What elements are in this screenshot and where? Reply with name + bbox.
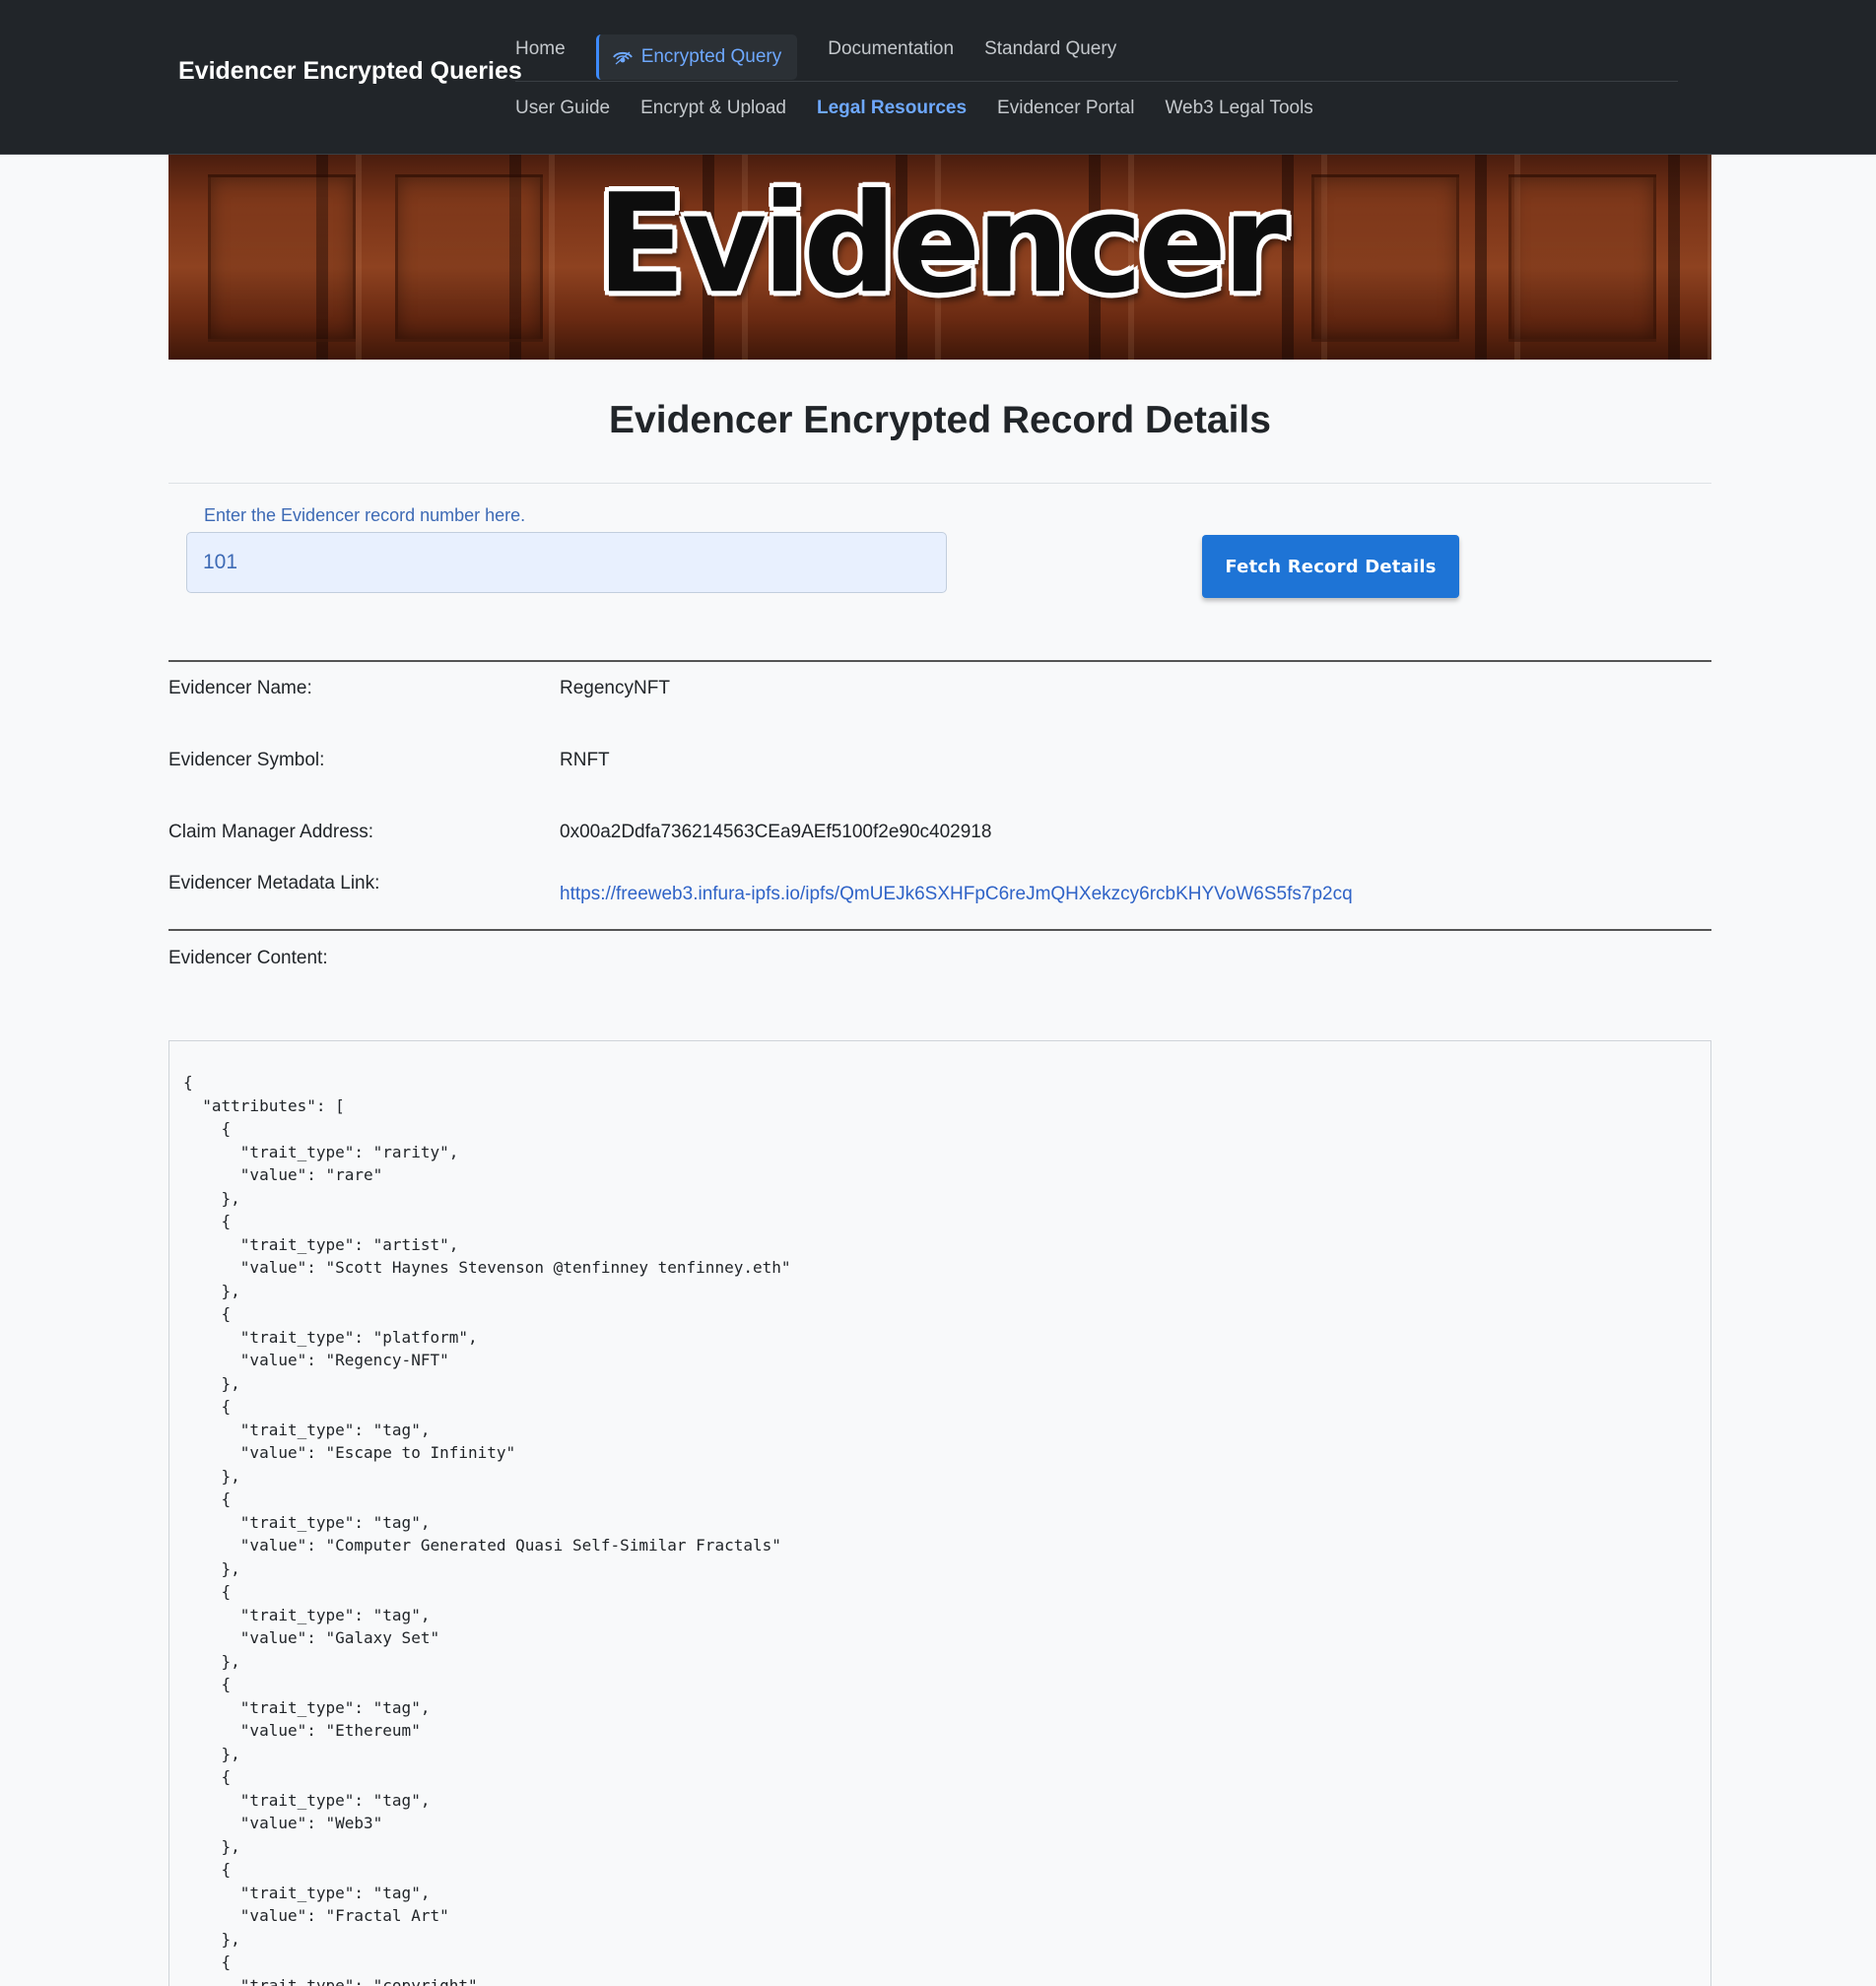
nav-link-documentation[interactable]: Documentation xyxy=(828,38,954,60)
nav-link-home[interactable]: Home xyxy=(515,38,566,60)
claim-manager-address: 0x00a2Ddfa736214563CEa9AEf5100f2e90c4029… xyxy=(560,822,992,842)
top-navbar: Evidencer Encrypted Queries Home Encrypt… xyxy=(0,0,1876,155)
nav-link-standard-query[interactable]: Standard Query xyxy=(984,38,1116,60)
nav-link-legal-resources[interactable]: Legal Resources xyxy=(817,98,967,119)
claim-manager-label: Claim Manager Address: xyxy=(168,822,374,842)
details-bottom-divider xyxy=(168,929,1711,931)
record-number-label: Enter the Evidencer record number here. xyxy=(194,502,536,528)
eye-icon xyxy=(612,49,633,65)
evidencer-symbol-label: Evidencer Symbol: xyxy=(168,750,325,770)
evidencer-name-value: RegencyNFT xyxy=(560,678,670,698)
nav-row-secondary: User Guide Encrypt & Upload Legal Resour… xyxy=(515,85,1344,132)
record-number-input[interactable] xyxy=(186,532,947,593)
evidencer-banner: Evidencer xyxy=(168,155,1711,360)
nav-link-encrypted-query-label: Encrypted Query xyxy=(640,46,782,67)
metadata-link-wrapper: https://freeweb3.infura-ipfs.io/ipfs/QmU… xyxy=(560,884,1353,905)
nav-link-evidencer-portal[interactable]: Evidencer Portal xyxy=(997,98,1134,119)
nav-link-user-guide[interactable]: User Guide xyxy=(515,98,610,119)
nav-link-encrypt-upload[interactable]: Encrypt & Upload xyxy=(640,98,786,119)
title-divider xyxy=(168,483,1711,484)
page-title: Evidencer Encrypted Record Details xyxy=(609,399,1271,441)
evidencer-content-json: { "attributes": [ { "trait_type": "rarit… xyxy=(183,1073,791,1986)
evidencer-name-label: Evidencer Name: xyxy=(168,678,312,698)
evidencer-content-box[interactable]: { "attributes": [ { "trait_type": "rarit… xyxy=(168,1040,1711,1986)
nav-link-encrypted-query[interactable]: Encrypted Query xyxy=(595,34,798,80)
banner-logo-text: Evidencer xyxy=(596,165,1287,324)
nav-row-primary: Home Encrypted Query Documentation Stand… xyxy=(515,26,1147,80)
nav-link-web3-legal-tools[interactable]: Web3 Legal Tools xyxy=(1165,98,1312,119)
navbar-brand[interactable]: Evidencer Encrypted Queries xyxy=(178,57,522,86)
details-top-divider xyxy=(168,660,1711,662)
metadata-link-label: Evidencer Metadata Link: xyxy=(168,873,380,894)
metadata-link[interactable]: https://freeweb3.infura-ipfs.io/ipfs/QmU… xyxy=(560,884,1353,904)
nav-divider xyxy=(515,81,1678,82)
evidencer-content-label: Evidencer Content: xyxy=(168,948,328,968)
fetch-record-button[interactable]: Fetch Record Details xyxy=(1202,535,1459,598)
evidencer-symbol-value: RNFT xyxy=(560,750,610,770)
